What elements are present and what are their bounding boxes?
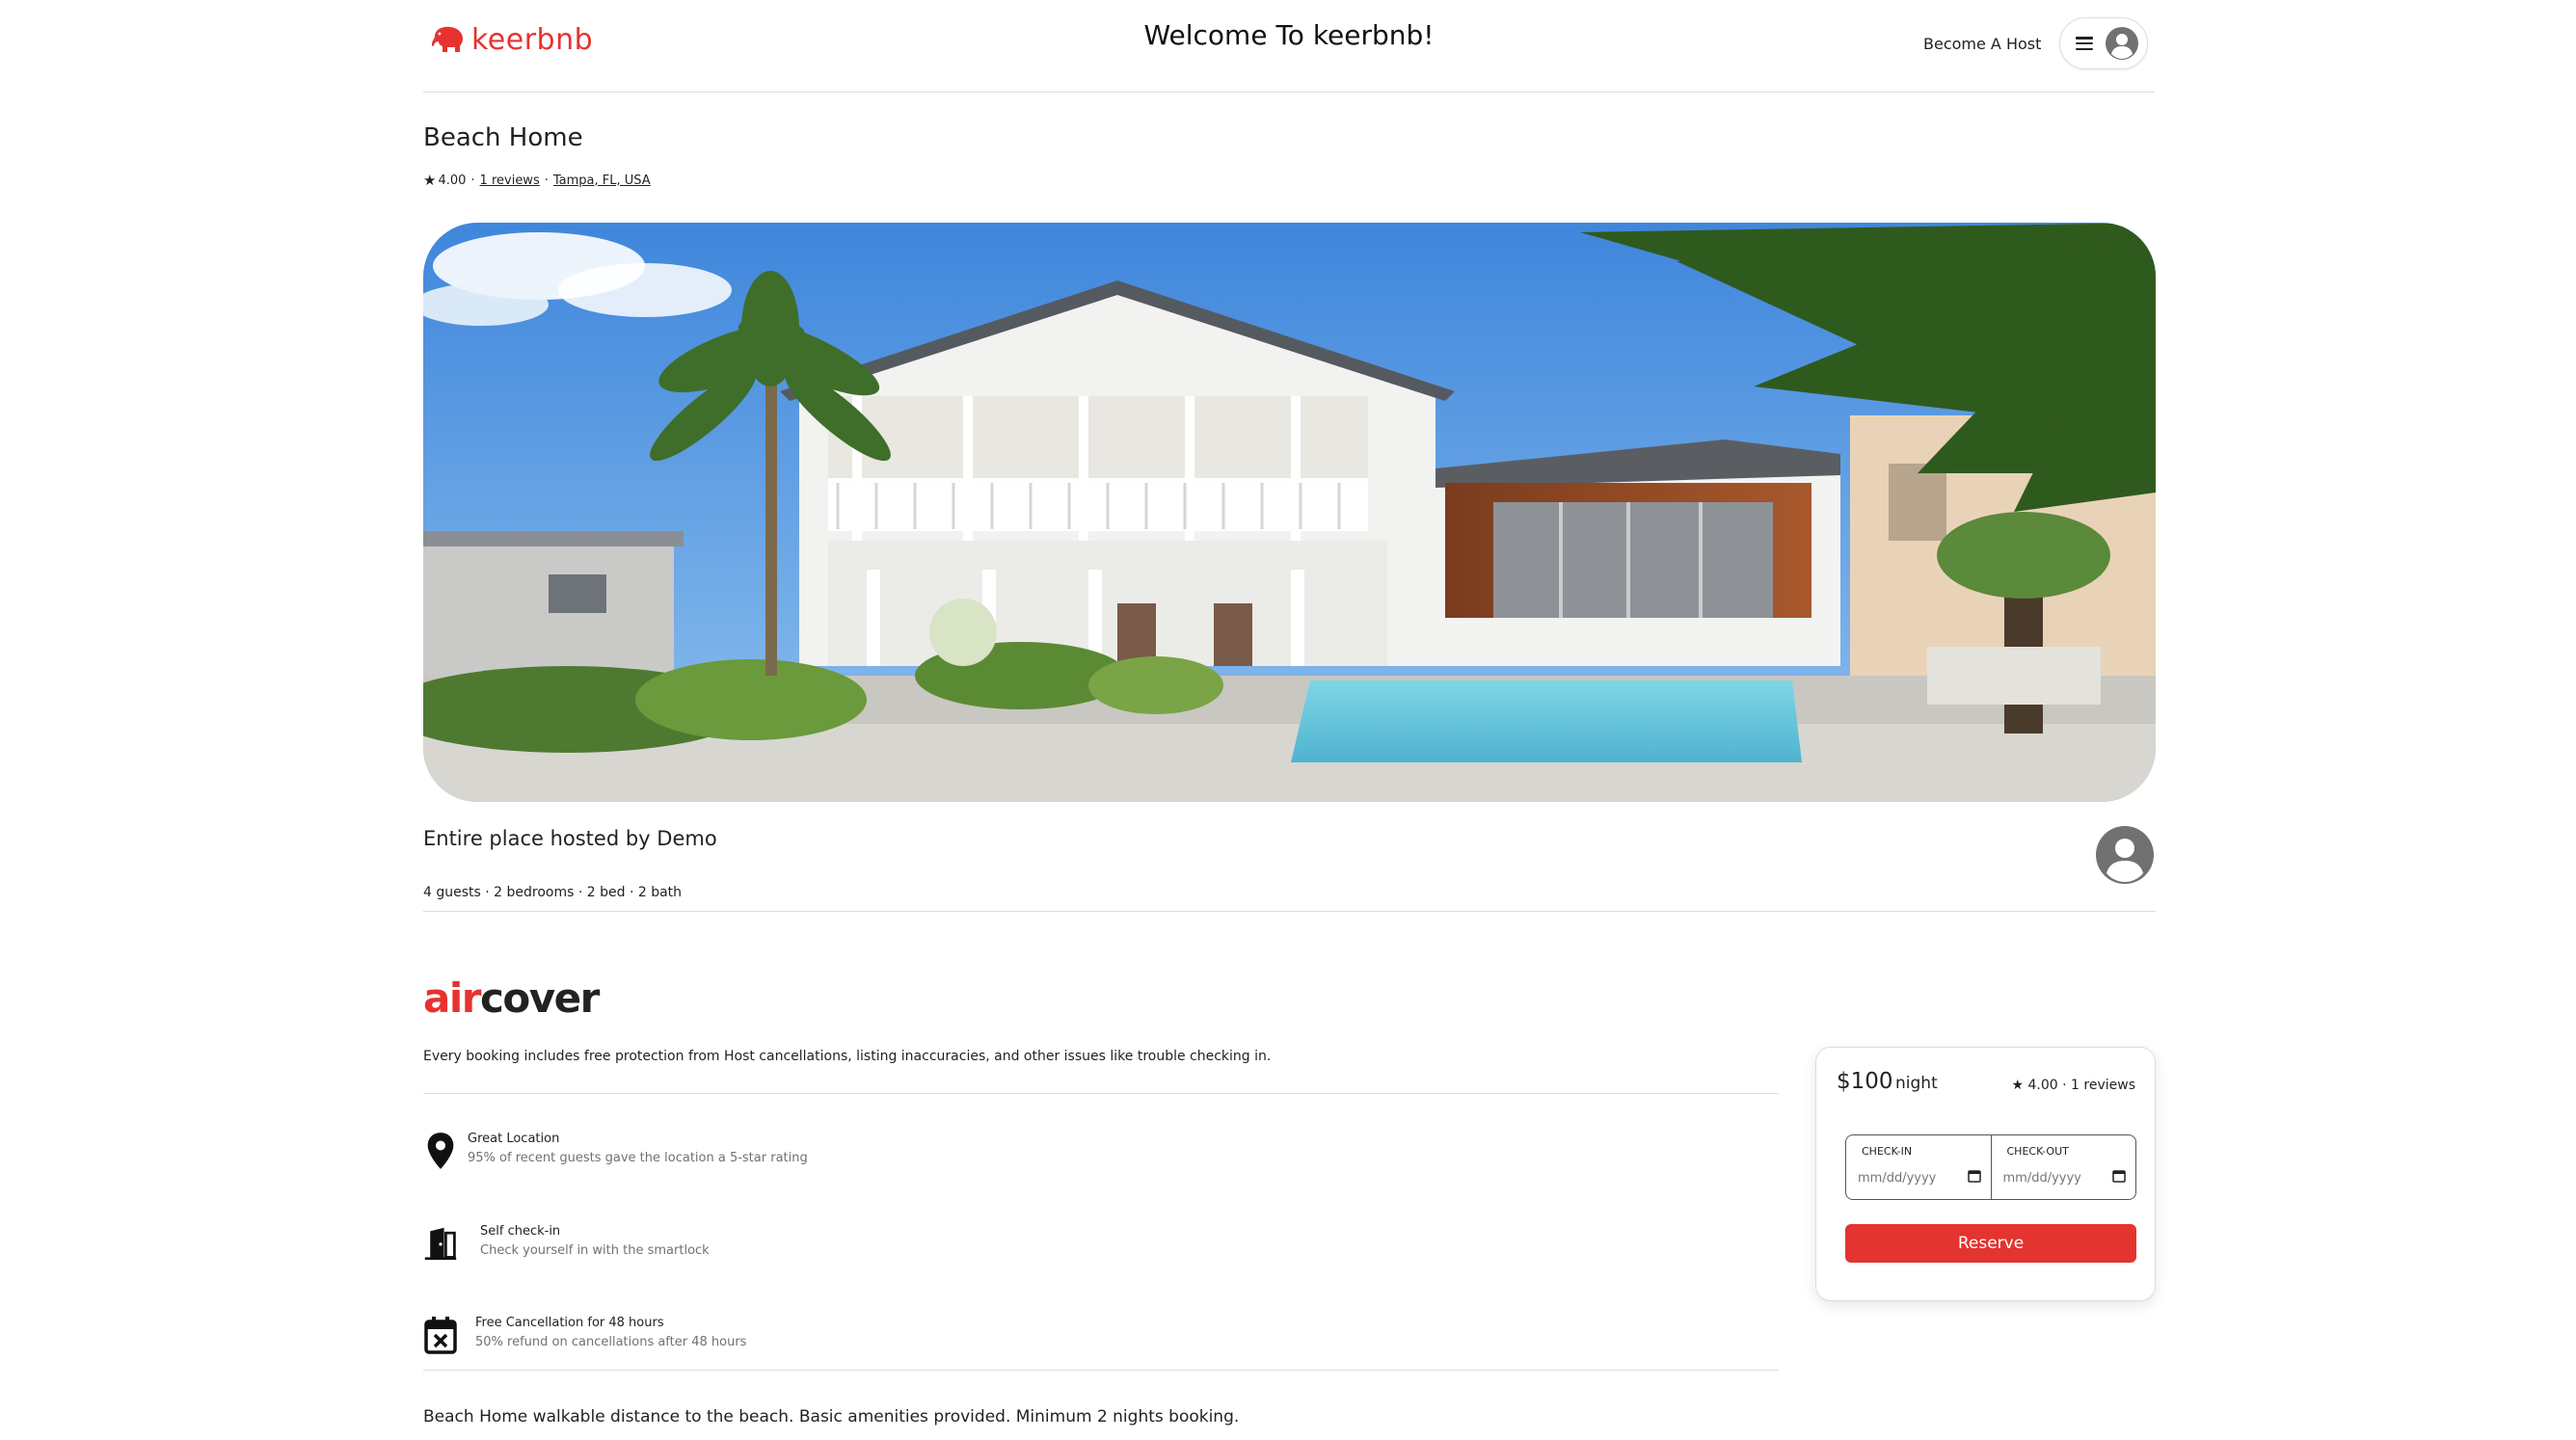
elephant-logo-icon: [432, 26, 463, 52]
aircover-logo: aircover: [423, 973, 600, 1024]
star-icon: ★: [423, 172, 437, 189]
date-picker: CHECK-IN CHECK-OUT: [1845, 1134, 2136, 1200]
host-avatar-icon: [2095, 825, 2155, 885]
divider: [423, 1093, 1779, 1094]
listing-photo: [423, 223, 2156, 802]
check-out-input[interactable]: [2000, 1164, 2121, 1191]
separator: ·: [544, 173, 549, 188]
listing-rating: 4.00: [438, 173, 467, 188]
feature-description: 50% refund on cancellations after 48 hou…: [475, 1335, 747, 1349]
location-link[interactable]: Tampa, FL, USA: [553, 173, 651, 188]
listing-title: Beach Home: [423, 123, 583, 152]
feature-title: Great Location: [468, 1132, 560, 1146]
aircover-logo-part1: air: [423, 974, 481, 1022]
check-out-field[interactable]: CHECK-OUT: [1990, 1135, 2136, 1199]
price-unit: night: [1895, 1074, 1938, 1093]
check-in-input[interactable]: [1856, 1164, 1975, 1191]
top-nav: keerbnb Welcome To keerbnb! Become A Hos…: [423, 0, 2155, 93]
check-out-label: CHECK-OUT: [2006, 1145, 2069, 1158]
welcome-heading: Welcome To keerbnb!: [1143, 19, 1435, 51]
feature-description: Check yourself in with the smartlock: [480, 1243, 710, 1258]
feature-description: 95% of recent guests gave the location a…: [468, 1151, 808, 1165]
logo-link[interactable]: keerbnb: [431, 17, 593, 62]
feature-title: Free Cancellation for 48 hours: [475, 1316, 664, 1330]
feature-title: Self check-in: [480, 1224, 561, 1239]
star-icon: ★: [2011, 1078, 2025, 1093]
hamburger-icon: [2076, 37, 2093, 50]
calendar-cancel-icon: [423, 1316, 458, 1354]
reserve-button[interactable]: Reserve: [1845, 1224, 2136, 1263]
brand-name: keerbnb: [471, 22, 594, 57]
location-pin-icon: [423, 1132, 458, 1170]
listing-page: keerbnb Welcome To keerbnb! Become A Hos…: [0, 0, 2576, 1440]
hosted-by-heading: Entire place hosted by Demo: [423, 827, 717, 850]
aircover-description: Every booking includes free protection f…: [423, 1049, 1272, 1064]
aircover-logo-part2: cover: [479, 974, 600, 1022]
check-in-label: CHECK-IN: [1862, 1145, 1913, 1158]
user-avatar-icon: [2105, 26, 2139, 61]
user-menu-button[interactable]: [2059, 17, 2148, 69]
become-host-link[interactable]: Become A Host: [1916, 31, 2049, 57]
separator: ·: [470, 173, 475, 188]
divider: [423, 911, 2156, 912]
listing-specs: 4 guests · 2 bedrooms · 2 bed · 2 bath: [423, 885, 683, 900]
booking-card: $100 night ★ 4.00 · 1 reviews CHECK-IN C…: [1815, 1047, 2156, 1301]
nightly-price: $100: [1837, 1069, 1893, 1094]
door-icon: [423, 1224, 458, 1263]
booking-rating-text: 4.00 · 1 reviews: [2027, 1078, 2135, 1093]
check-in-field[interactable]: CHECK-IN: [1846, 1135, 1991, 1199]
reviews-link[interactable]: 1 reviews: [480, 173, 540, 188]
listing-meta: ★ 4.00 · 1 reviews · Tampa, FL, USA: [423, 172, 651, 189]
listing-description: Beach Home walkable distance to the beac…: [423, 1407, 1240, 1427]
booking-rating: ★ 4.00 · 1 reviews: [2012, 1078, 2136, 1093]
divider: [423, 1370, 1779, 1371]
